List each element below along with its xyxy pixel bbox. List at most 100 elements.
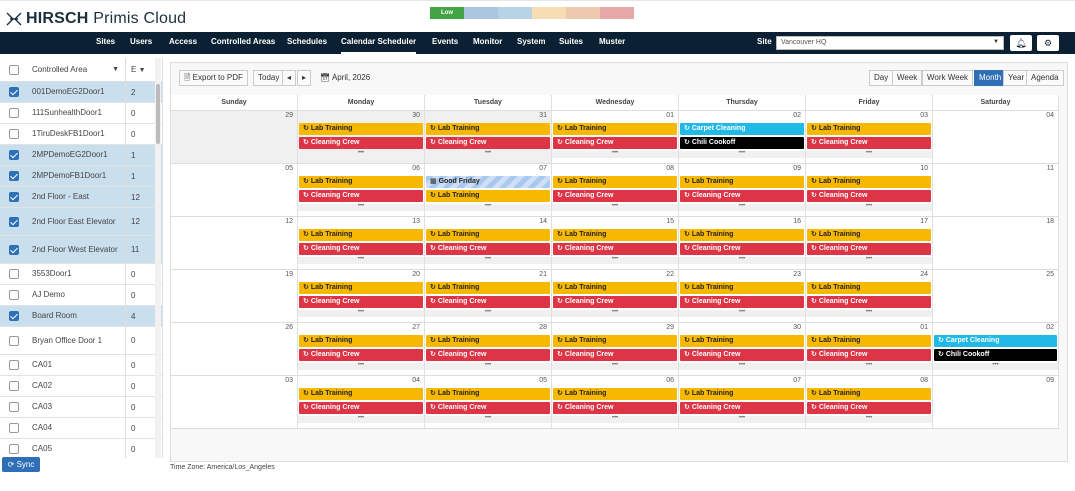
- calendar-event-lab[interactable]: ↻ Lab Training: [299, 229, 423, 241]
- day-number[interactable]: 04: [412, 377, 420, 384]
- day-number[interactable]: 06: [666, 377, 674, 384]
- more-events-button[interactable]: •••: [552, 415, 678, 423]
- filter-icon[interactable]: ▼: [112, 65, 119, 75]
- calendar-event-clean[interactable]: ↻ Cleaning Crew: [807, 296, 931, 308]
- brand-logo[interactable]: HIRSCH Primis Cloud: [6, 10, 186, 28]
- calendar-event-clean[interactable]: ↻ Cleaning Crew: [807, 349, 931, 361]
- day-number[interactable]: 02: [793, 112, 801, 119]
- calendar-event-lab[interactable]: ↻ Lab Training: [299, 335, 423, 347]
- calendar-event-clean[interactable]: ↻ Cleaning Crew: [807, 137, 931, 149]
- more-events-button[interactable]: •••: [425, 150, 551, 158]
- calendar-day-cell[interactable]: 03 ↻ Lab Training ↻ Cleaning Crew •••: [806, 111, 933, 164]
- calendar-event-clean[interactable]: ↻ Cleaning Crew: [553, 190, 677, 202]
- calendar-event-clean[interactable]: ↻ Cleaning Crew: [807, 243, 931, 255]
- day-number[interactable]: 08: [666, 165, 674, 172]
- calendar-event-chili[interactable]: ↻ Chili Cookoff: [934, 349, 1057, 361]
- list-item[interactable]: Board Room 4: [0, 306, 162, 327]
- calendar-day-cell[interactable]: 23 ↻ Lab Training ↻ Cleaning Crew •••: [679, 270, 806, 323]
- more-events-button[interactable]: •••: [806, 150, 932, 158]
- calendar-day-cell[interactable]: 14 ↻ Lab Training ↻ Cleaning Crew •••: [425, 217, 552, 270]
- more-events-button[interactable]: •••: [933, 362, 1058, 370]
- day-number[interactable]: 19: [285, 271, 293, 278]
- more-events-button[interactable]: •••: [298, 362, 424, 370]
- nav-users[interactable]: Users: [130, 32, 152, 54]
- calendar-day-cell[interactable]: 08 ↻ Lab Training ↻ Cleaning Crew •••: [806, 376, 933, 429]
- calendar-event-lab[interactable]: ↻ Lab Training: [807, 282, 931, 294]
- list-item[interactable]: 1TiruDeskFB1Door1 0: [0, 124, 162, 145]
- list-item[interactable]: CA04 0: [0, 418, 162, 439]
- more-events-button[interactable]: •••: [806, 309, 932, 317]
- calendar-day-cell[interactable]: 18: [933, 217, 1059, 270]
- row-checkbox[interactable]: [9, 171, 19, 181]
- calendar-day-cell[interactable]: 30 ↻ Lab Training ↻ Cleaning Crew •••: [298, 111, 425, 164]
- day-number[interactable]: 04: [1046, 112, 1054, 119]
- calendar-day-cell[interactable]: 25: [933, 270, 1059, 323]
- more-events-button[interactable]: •••: [298, 309, 424, 317]
- today-button[interactable]: Today: [253, 70, 285, 86]
- calendar-day-cell[interactable]: 07 ↻ Lab Training ↻ Cleaning Crew •••: [679, 376, 806, 429]
- day-number[interactable]: 11: [1047, 165, 1054, 172]
- day-number[interactable]: 01: [666, 112, 674, 119]
- day-number[interactable]: 18: [1046, 218, 1054, 225]
- calendar-event-lab[interactable]: ↻ Lab Training: [807, 123, 931, 135]
- nav-events[interactable]: Events: [432, 32, 458, 54]
- calendar-day-cell[interactable]: 04: [933, 111, 1059, 164]
- view-month-button[interactable]: Month: [974, 70, 1007, 86]
- more-events-button[interactable]: •••: [806, 362, 932, 370]
- day-number[interactable]: 30: [412, 112, 420, 119]
- calendar-event-lab[interactable]: ↻ Lab Training: [299, 388, 423, 400]
- more-events-button[interactable]: •••: [298, 256, 424, 264]
- calendar-event-lab[interactable]: ↻ Lab Training: [680, 229, 804, 241]
- more-events-button[interactable]: •••: [425, 362, 551, 370]
- calendar-day-cell[interactable]: 12: [171, 217, 298, 270]
- nav-sites[interactable]: Sites: [96, 32, 115, 54]
- calendar-day-cell[interactable]: 16 ↻ Lab Training ↻ Cleaning Crew •••: [679, 217, 806, 270]
- row-checkbox[interactable]: [9, 444, 19, 454]
- calendar-event-lab[interactable]: ↻ Lab Training: [299, 123, 423, 135]
- row-checkbox[interactable]: [9, 87, 19, 97]
- more-events-button[interactable]: •••: [679, 309, 805, 317]
- next-month-button[interactable]: ▸: [297, 70, 312, 86]
- more-events-button[interactable]: •••: [552, 203, 678, 211]
- list-item[interactable]: 2nd Floor East Elevator 12: [0, 208, 162, 236]
- day-number[interactable]: 30: [793, 324, 801, 331]
- more-events-button[interactable]: •••: [552, 150, 678, 158]
- calendar-event-clean[interactable]: ↻ Cleaning Crew: [299, 296, 423, 308]
- calendar-event-lab[interactable]: ↻ Lab Training: [807, 229, 931, 241]
- more-events-button[interactable]: •••: [679, 362, 805, 370]
- list-item[interactable]: Bryan Office Door 1 0: [0, 327, 162, 355]
- day-number[interactable]: 12: [285, 218, 293, 225]
- calendar-day-cell[interactable]: 27 ↻ Lab Training ↻ Cleaning Crew •••: [298, 323, 425, 376]
- calendar-day-cell[interactable]: 15 ↻ Lab Training ↻ Cleaning Crew •••: [552, 217, 679, 270]
- calendar-event-clean[interactable]: ↻ Cleaning Crew: [299, 402, 423, 414]
- list-item[interactable]: 2nd Floor West Elevator 11: [0, 236, 162, 264]
- row-checkbox[interactable]: [9, 269, 19, 279]
- day-number[interactable]: 27: [412, 324, 420, 331]
- calendar-scrollbar[interactable]: [1061, 110, 1067, 460]
- nav-monitor[interactable]: Monitor: [473, 32, 502, 54]
- more-events-button[interactable]: •••: [806, 203, 932, 211]
- day-number[interactable]: 06: [412, 165, 420, 172]
- calendar-event-lab[interactable]: ↻ Lab Training: [426, 335, 550, 347]
- calendar-event-lab[interactable]: ↻ Lab Training: [299, 282, 423, 294]
- calendar-event-clean[interactable]: ↻ Cleaning Crew: [680, 243, 804, 255]
- calendar-day-cell[interactable]: 01 ↻ Lab Training ↻ Cleaning Crew •••: [552, 111, 679, 164]
- calendar-day-cell[interactable]: 07 ▦ Good Friday ↻ Lab Training •••: [425, 164, 552, 217]
- calendar-day-cell[interactable]: 06 ↻ Lab Training ↻ Cleaning Crew •••: [298, 164, 425, 217]
- day-number[interactable]: 02: [1046, 324, 1054, 331]
- sidebar-scroll-thumb[interactable]: [156, 84, 160, 144]
- nav-calendar-scheduler[interactable]: Calendar Scheduler: [341, 32, 417, 54]
- calendar-event-lab[interactable]: ↻ Lab Training: [426, 282, 550, 294]
- select-all-checkbox[interactable]: [9, 64, 19, 75]
- calendar-day-cell[interactable]: 09 ↻ Lab Training ↻ Cleaning Crew •••: [679, 164, 806, 217]
- nav-system[interactable]: System: [517, 32, 545, 54]
- calendar-event-lab[interactable]: ↻ Lab Training: [553, 123, 677, 135]
- list-item[interactable]: 111SunhealthDoor1 0: [0, 103, 162, 124]
- list-item[interactable]: 001DemoEG2Door1 2: [0, 82, 162, 103]
- day-number[interactable]: 24: [920, 271, 928, 278]
- more-events-button[interactable]: •••: [298, 415, 424, 423]
- calendar-day-cell[interactable]: 11: [933, 164, 1059, 217]
- day-number[interactable]: 15: [666, 218, 674, 225]
- day-number[interactable]: 13: [412, 218, 420, 225]
- day-number[interactable]: 17: [920, 218, 928, 225]
